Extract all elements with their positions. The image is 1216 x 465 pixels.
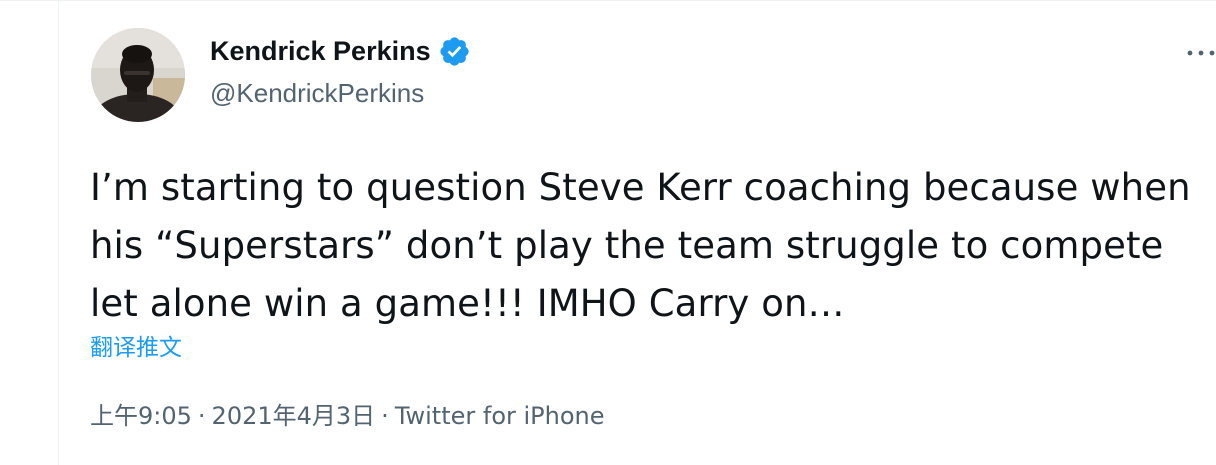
translate-tweet-link[interactable]: 翻译推文 bbox=[90, 333, 182, 363]
author-name[interactable]: Kendrick Perkins bbox=[210, 33, 431, 69]
tweet-time[interactable]: 上午9:05 bbox=[90, 402, 192, 430]
meta-separator: · bbox=[197, 402, 206, 430]
avatar[interactable] bbox=[91, 28, 185, 122]
author-handle[interactable]: @KendrickPerkins bbox=[210, 75, 424, 111]
author-name-row[interactable]: Kendrick Perkins bbox=[210, 33, 471, 69]
tweet-metadata: 上午9:05 · 2021年4月3日 · Twitter for iPhone bbox=[90, 399, 605, 433]
avatar-image bbox=[91, 28, 185, 122]
more-options-icon[interactable] bbox=[1186, 43, 1216, 63]
timeline-divider bbox=[58, 1, 59, 465]
verified-badge-icon bbox=[440, 36, 469, 66]
tweet-date[interactable]: 2021年4月3日 bbox=[212, 402, 376, 430]
tweet-text: I’m starting to question Steve Kerr coac… bbox=[90, 166, 1191, 325]
meta-separator: · bbox=[381, 402, 389, 430]
tweet-source[interactable]: Twitter for iPhone bbox=[395, 402, 605, 430]
tweet-card: Kendrick Perkins @KendrickPerkins I’m st… bbox=[0, 0, 1216, 465]
